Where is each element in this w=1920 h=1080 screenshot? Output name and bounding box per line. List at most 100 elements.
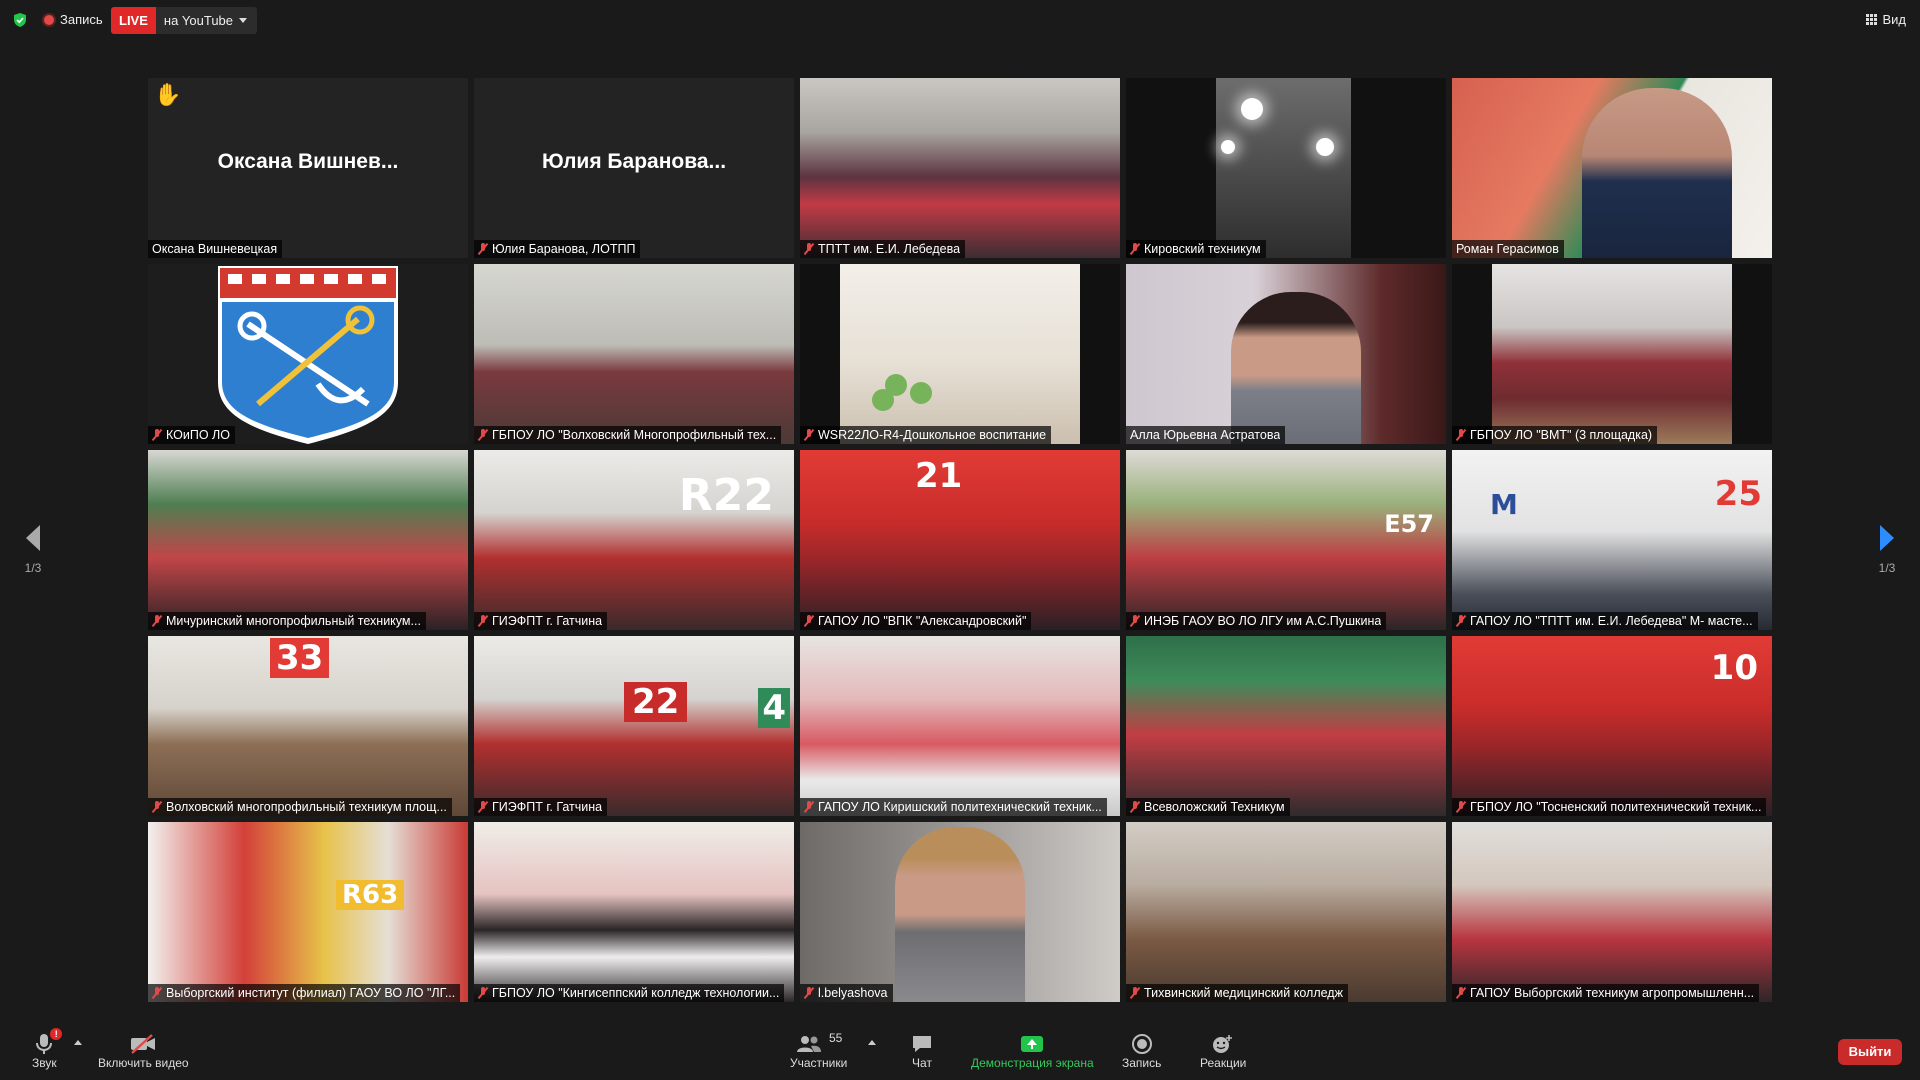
video-feed <box>1452 264 1772 444</box>
mic-muted-icon <box>804 429 814 441</box>
participant-name-label: ТПТТ им. Е.И. Лебедева <box>800 240 966 258</box>
video-tile[interactable]: M 25 ГАПОУ ЛО "ТПТТ им. Е.И. Лебедева" М… <box>1452 450 1772 630</box>
video-tile[interactable]: ГБПОУ ЛО "ВМТ" (3 площадка) <box>1452 264 1772 444</box>
participants-button[interactable]: 55 Участники <box>790 1031 847 1070</box>
audio-options-chevron-icon[interactable] <box>74 1040 82 1045</box>
video-tile[interactable]: 10 ГБПОУ ЛО "Тосненский политехнический … <box>1452 636 1772 816</box>
mic-muted-icon <box>152 615 162 627</box>
participant-name-label: ГАПОУ ЛО Киришский политехнический техни… <box>800 798 1107 816</box>
scene-sign-text: E57 <box>1384 510 1434 538</box>
scene-sign-text: 10 <box>1710 648 1758 688</box>
mic-muted-icon <box>1130 801 1140 813</box>
scene-sign-text: R63 <box>336 880 405 910</box>
video-tile[interactable]: ГАПОУ Выборгский техникум агропромышленн… <box>1452 822 1772 1002</box>
video-feed: 33 <box>148 636 468 816</box>
video-tile[interactable]: Роман Герасимов <box>1452 78 1772 258</box>
participant-name-label: Роман Герасимов <box>1452 240 1564 258</box>
video-tile[interactable]: R63 Выборгский институт (филиал) ГАОУ ВО… <box>148 822 468 1002</box>
video-feed <box>800 636 1120 816</box>
video-tile[interactable]: 21 ГАПОУ ЛО "ВПК "Александровский" <box>800 450 1120 630</box>
view-label: Вид <box>1882 12 1906 27</box>
video-tile[interactable]: ✋ Оксана Вишнев... Оксана Вишневецкая <box>148 78 468 258</box>
video-tile[interactable]: ГБПОУ ЛО "Волховский Многопрофильный тех… <box>474 264 794 444</box>
scene-sign-text: R22 <box>678 470 774 521</box>
video-tile[interactable]: 33 Волховский многопрофильный техникум п… <box>148 636 468 816</box>
participant-name-label: ГБПОУ ЛО "Волховский Многопрофильный тех… <box>474 426 782 444</box>
arrow-left-icon <box>26 525 40 551</box>
participant-name-label: WSR22ЛО-R4-Дошкольное воспитание <box>800 426 1052 444</box>
mic-muted-icon <box>152 429 162 441</box>
view-button[interactable]: Вид <box>1866 12 1906 27</box>
previous-page-button[interactable]: 1/3 <box>18 525 48 575</box>
page-indicator: 1/3 <box>24 561 42 575</box>
start-video-button[interactable]: Включить видео <box>98 1032 189 1070</box>
video-tile[interactable]: 22 4 ГИЭФПТ г. Гатчина <box>474 636 794 816</box>
live-target-dropdown[interactable]: на YouTube <box>155 7 258 34</box>
video-tile[interactable]: R22 ГИЭФПТ г. Гатчина <box>474 450 794 630</box>
scene-sign-text: 33 <box>270 638 330 678</box>
participant-name-label: Алла Юрьевна Астратова <box>1126 426 1286 444</box>
participants-icon: 55 <box>795 1031 843 1056</box>
video-feed: E57 <box>1126 450 1446 630</box>
record-button[interactable]: Запись <box>1122 1032 1161 1070</box>
leave-meeting-button[interactable]: Выйти <box>1838 1039 1902 1065</box>
live-target-label: на YouTube <box>163 13 234 28</box>
participant-name-label: Выборгский институт (филиал) ГАОУ ВО ЛО … <box>148 984 461 1002</box>
mic-muted-icon <box>478 615 488 627</box>
participant-name-label: Мичуринский многопрофильный техникум... <box>148 612 426 630</box>
audio-label: Звук <box>32 1056 57 1070</box>
video-feed <box>148 450 468 630</box>
participant-name-label: ИНЭБ ГАОУ ВО ЛО ЛГУ им А.С.Пушкина <box>1126 612 1387 630</box>
video-feed: 10 <box>1452 636 1772 816</box>
chat-button[interactable]: Чат <box>911 1032 933 1070</box>
mic-muted-icon <box>1456 429 1466 441</box>
alert-badge: ! <box>50 1028 63 1040</box>
live-stream-indicator[interactable]: LIVE на YouTube <box>111 7 258 34</box>
recording-indicator[interactable]: Запись <box>44 12 103 27</box>
participant-name-label: ГИЭФПТ г. Гатчина <box>474 612 608 630</box>
live-badge: LIVE <box>111 7 156 34</box>
mic-muted-icon <box>478 987 488 999</box>
video-tile[interactable]: КОиПО ЛО <box>148 264 468 444</box>
video-feed <box>1452 822 1772 1002</box>
video-tile[interactable]: WSR22ЛО-R4-Дошкольное воспитание <box>800 264 1120 444</box>
mic-muted-icon <box>478 243 488 255</box>
participants-options-chevron-icon[interactable] <box>868 1040 876 1045</box>
share-screen-button[interactable]: Демонстрация экрана <box>971 1032 1094 1070</box>
mic-muted-icon <box>478 429 488 441</box>
security-shield-icon[interactable] <box>12 12 28 28</box>
chat-bubble-icon <box>911 1032 933 1056</box>
video-tile[interactable]: Кировский техникум <box>1126 78 1446 258</box>
video-tile[interactable]: E57 ИНЭБ ГАОУ ВО ЛО ЛГУ им А.С.Пушкина <box>1126 450 1446 630</box>
participant-name-label: ГБПОУ ЛО "Кингисеппский колледж технолог… <box>474 984 785 1002</box>
video-feed <box>1452 78 1772 258</box>
reactions-label: Реакции <box>1200 1056 1247 1070</box>
participants-count: 55 <box>828 1031 843 1045</box>
mic-muted-icon <box>1130 615 1140 627</box>
video-tile-active-speaker[interactable]: Алла Юрьевна Астратова <box>1126 264 1446 444</box>
coat-of-arms-icon <box>218 266 398 444</box>
audio-button[interactable]: ! Звук <box>32 1028 63 1070</box>
video-tile[interactable]: Мичуринский многопрофильный техникум... <box>148 450 468 630</box>
video-feed <box>474 822 794 1002</box>
mic-muted-icon <box>1456 987 1466 999</box>
video-tile[interactable]: Всеволожский Техникум <box>1126 636 1446 816</box>
video-tile[interactable]: l.belyashova <box>800 822 1120 1002</box>
scene-sign-text: 4 <box>758 688 790 728</box>
recording-label: Запись <box>60 12 103 27</box>
record-label: Запись <box>1122 1056 1162 1070</box>
participant-name-label: ГБПОУ ЛО "ВМТ" (3 площадка) <box>1452 426 1658 444</box>
video-tile[interactable]: Юлия Баранова... Юлия Баранова, ЛОТПП <box>474 78 794 258</box>
video-tile[interactable]: Тихвинский медицинский колледж <box>1126 822 1446 1002</box>
next-page-button[interactable]: 1/3 <box>1872 525 1902 575</box>
video-tile[interactable]: ГАПОУ ЛО Киришский политехнический техни… <box>800 636 1120 816</box>
video-tile[interactable]: ГБПОУ ЛО "Кингисеппский колледж технолог… <box>474 822 794 1002</box>
chat-label: Чат <box>912 1056 932 1070</box>
video-tile[interactable]: ТПТТ им. Е.И. Лебедева <box>800 78 1120 258</box>
participant-name-label: ГАПОУ ЛО "ВПК "Александровский" <box>800 612 1032 630</box>
video-camera-off-icon <box>130 1032 156 1056</box>
video-feed <box>1126 822 1446 1002</box>
reactions-button[interactable]: Реакции <box>1200 1032 1246 1070</box>
participant-name-label: Юлия Баранова, ЛОТПП <box>474 240 641 258</box>
participant-name-label: Оксана Вишневецкая <box>148 240 283 258</box>
